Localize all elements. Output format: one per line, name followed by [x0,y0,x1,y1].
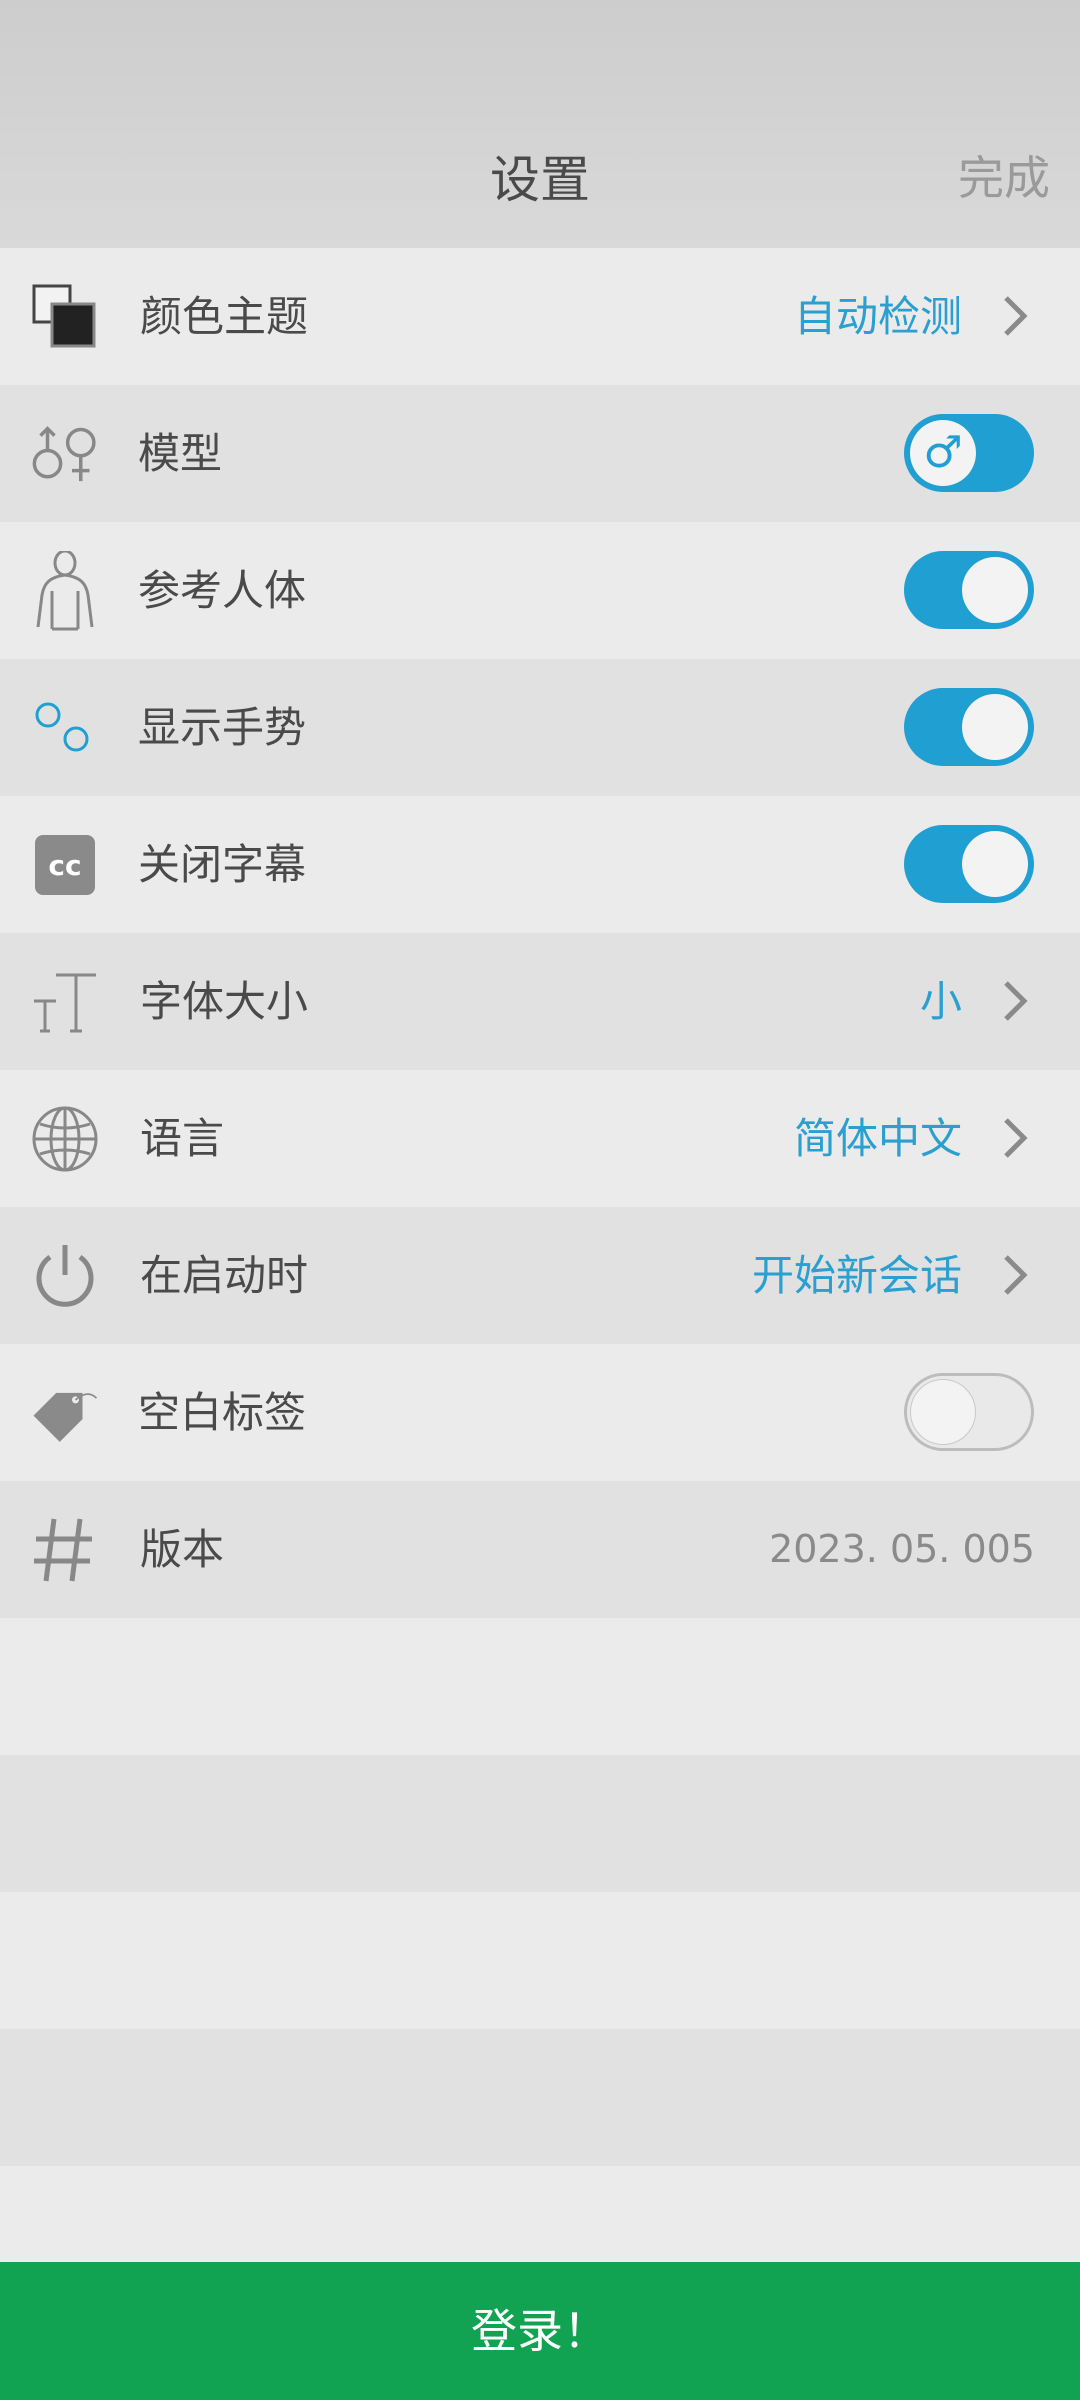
setting-row-close-captions: cc 关闭字幕 [0,796,1080,933]
setting-value: 开始新会话 [751,1251,962,1300]
setting-row-language[interactable]: 语言 简体中文 [0,1070,1080,1207]
page-title: 设置 [490,151,590,209]
setting-value: 自动检测 [793,292,962,341]
header: 设置 完成 [0,0,1080,248]
gesture-icon [30,693,100,763]
chevron-right-icon [1004,296,1028,336]
toggle-knob [962,557,1028,623]
empty-row [0,1892,1080,2029]
reference-body-toggle[interactable] [904,551,1034,629]
setting-row-color-theme[interactable]: 颜色主题 自动检测 [0,248,1080,385]
setting-row-font-size[interactable]: 字体大小 小 [0,933,1080,1070]
setting-row-blank-labels: 空白标签 [0,1344,1080,1481]
toggle-symbol: ♂ [923,427,963,478]
setting-row-on-startup[interactable]: 在启动时 开始新会话 [0,1207,1080,1344]
chevron-right-icon [1004,981,1028,1021]
chevron-right-icon [1004,1118,1028,1158]
globe-icon [30,1104,100,1174]
toggle-knob [962,831,1028,897]
setting-label: 关闭字幕 [138,840,307,889]
cc-icon-text: cc [48,848,82,882]
setting-label: 语言 [140,1114,225,1163]
setting-label: 参考人体 [138,566,307,615]
male-icon: ♂ [910,420,976,486]
setting-value: 简体中文 [793,1114,962,1163]
settings-list: 颜色主题 自动检测 模型 ♂ 参考人体 显示手势 cc 关闭字幕 字体大小 小 … [0,248,1080,1618]
setting-row-reference-body: 参考人体 [0,522,1080,659]
setting-label: 显示手势 [138,703,307,752]
color-theme-icon [30,282,100,352]
setting-label: 版本 [140,1525,225,1574]
version-value: 2023. 05. 005 [769,1527,1035,1571]
setting-value: 小 [919,977,962,1026]
font-size-icon [30,967,100,1037]
setting-row-show-gestures: 显示手势 [0,659,1080,796]
empty-row [0,2029,1080,2166]
setting-label: 颜色主题 [140,292,309,341]
done-button[interactable]: 完成 [958,142,1050,208]
setting-label: 空白标签 [138,1388,307,1437]
empty-row [0,2166,1080,2262]
chevron-right-icon [1004,1255,1028,1295]
setting-label: 字体大小 [140,977,309,1026]
setting-label: 模型 [138,429,223,478]
empty-row [0,1755,1080,1892]
gender-icon [30,419,100,489]
power-icon [30,1241,100,1311]
setting-label: 在启动时 [140,1251,309,1300]
show-gestures-toggle[interactable] [904,688,1034,766]
toggle-knob [910,1379,976,1445]
close-captions-toggle[interactable] [904,825,1034,903]
hash-icon [30,1515,100,1585]
tag-icon [30,1378,100,1448]
login-button[interactable]: 登录！ [0,2262,1080,2400]
blank-labels-toggle[interactable] [904,1373,1034,1451]
setting-row-model: 模型 ♂ [0,385,1080,522]
model-toggle[interactable]: ♂ [904,414,1034,492]
empty-row [0,1618,1080,1755]
human-body-icon [30,551,100,631]
setting-row-version: 版本 2023. 05. 005 [0,1481,1080,1618]
cc-icon: cc [30,830,100,900]
toggle-knob [962,694,1028,760]
